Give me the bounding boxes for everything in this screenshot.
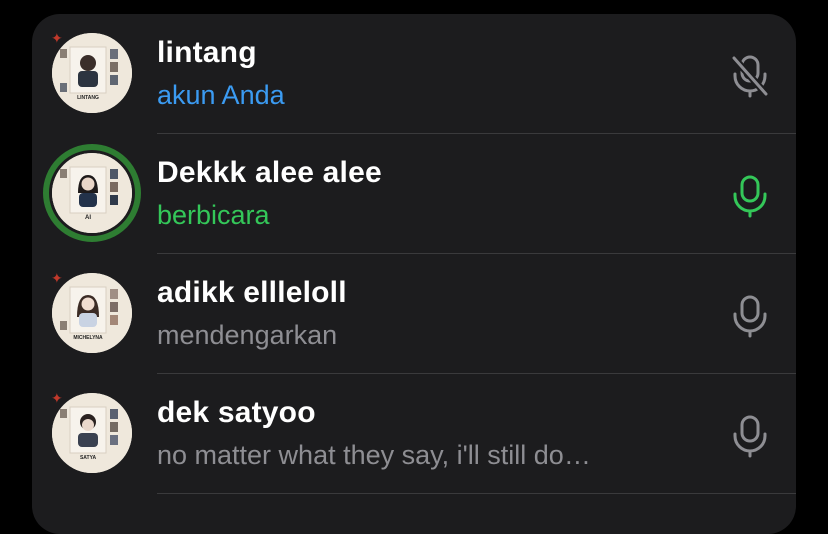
participant-name: lintang xyxy=(157,36,257,69)
avatar[interactable]: MICHELYNA ✦ xyxy=(51,271,132,353)
avatar-photo-icon: AI xyxy=(52,153,132,233)
avatar[interactable]: AI xyxy=(43,144,141,242)
participant-name: dek satyoo xyxy=(157,396,316,429)
star-icon: ✦ xyxy=(51,391,63,407)
participant-row[interactable]: LINTANG ✦ lintang akun Anda xyxy=(32,14,796,134)
star-icon: ✦ xyxy=(51,31,63,47)
participant-status: no matter what they say, i'll still do… xyxy=(157,440,591,470)
participant-name: adikk ellleloll xyxy=(157,276,347,309)
avatar[interactable]: LINTANG ✦ xyxy=(51,31,132,113)
participant-status: akun Anda xyxy=(157,80,285,110)
participant-status: berbicara xyxy=(157,200,270,230)
voice-chat-participants-panel: LINTANG ✦ lintang akun Anda AI Dekkk ale… xyxy=(32,14,796,534)
participant-status: mendengarkan xyxy=(157,320,338,350)
avatar-photo-icon: MICHELYNA xyxy=(52,273,132,353)
avatar-caption: LINTANG xyxy=(77,95,99,101)
participant-name: Dekkk alee alee xyxy=(157,156,382,189)
avatar-caption: AI xyxy=(85,215,91,221)
participant-row[interactable]: SATYA ✦ dek satyoo no matter what they s… xyxy=(32,374,796,494)
divider xyxy=(157,493,796,494)
avatar-caption: MICHELYNA xyxy=(73,335,103,341)
avatar-photo-icon: LINTANG xyxy=(52,33,132,113)
mic-active-icon[interactable] xyxy=(730,174,770,218)
participant-row[interactable]: AI Dekkk alee alee berbicara xyxy=(32,134,796,254)
mic-muted-icon[interactable] xyxy=(730,54,770,98)
avatar-caption: SATYA xyxy=(80,455,97,461)
avatar-photo-icon: SATYA xyxy=(52,393,132,473)
star-icon: ✦ xyxy=(51,271,63,287)
participant-row[interactable]: MICHELYNA ✦ adikk ellleloll mendengarkan xyxy=(32,254,796,374)
avatar[interactable]: SATYA ✦ xyxy=(51,391,132,473)
mic-icon[interactable] xyxy=(730,294,770,338)
mic-icon[interactable] xyxy=(730,414,770,458)
